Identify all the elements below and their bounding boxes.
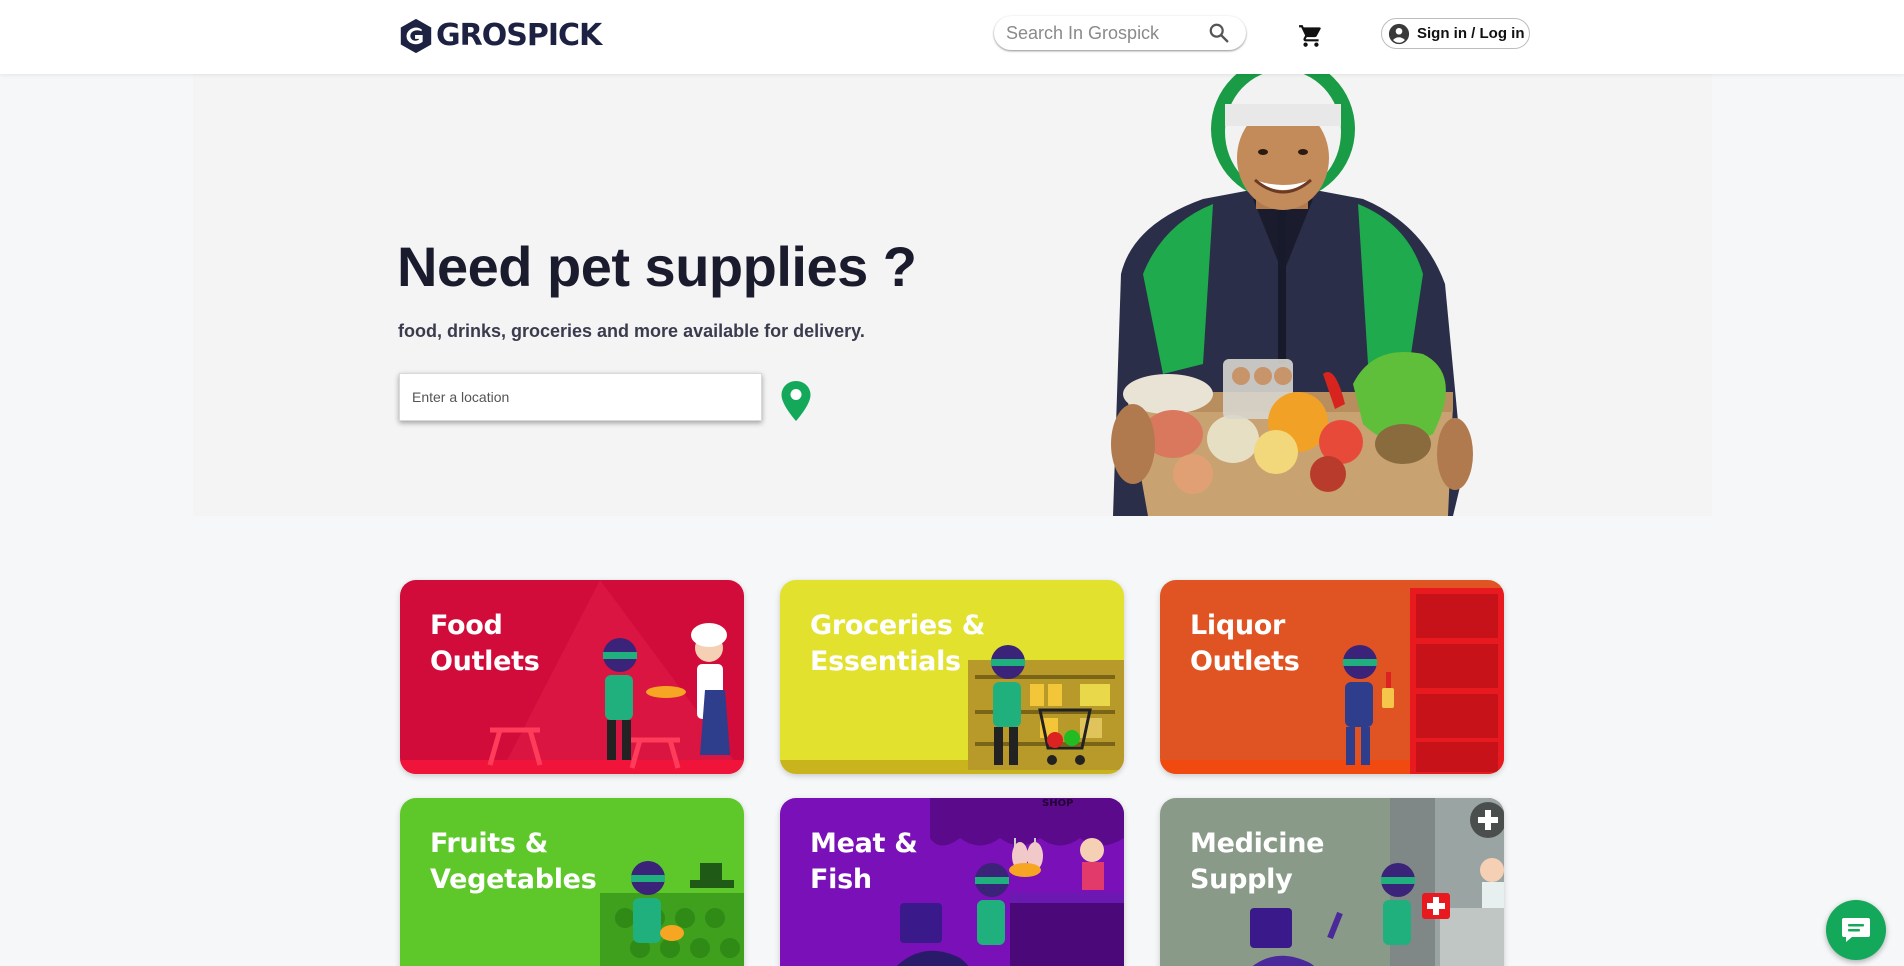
category-card-fruits-vegetables[interactable]: Fruits & Vegetables — [400, 798, 744, 966]
search-box[interactable] — [994, 16, 1246, 50]
location-input[interactable] — [412, 389, 742, 405]
chat-button[interactable] — [1826, 900, 1886, 960]
category-label: Liquor Outlets — [1190, 610, 1300, 677]
logo-g-icon — [400, 18, 432, 54]
category-label: Groceries & Essentials — [810, 610, 985, 677]
svg-text:SHOP: SHOP — [1042, 798, 1073, 809]
location-pin-icon[interactable] — [780, 380, 812, 422]
user-icon — [1388, 23, 1410, 44]
chat-icon — [1842, 918, 1870, 942]
sign-in-button[interactable]: Sign in / Log in — [1381, 18, 1530, 49]
search-icon[interactable] — [1208, 22, 1230, 44]
category-card-meat-fish[interactable]: SHOP Meat & Fish — [780, 798, 1124, 966]
location-box[interactable] — [399, 373, 762, 421]
hero-subtitle: food, drinks, groceries and more availab… — [398, 321, 865, 341]
header: GROSPICK Sign in / Log in — [0, 0, 1904, 74]
category-label: Food Outlets — [430, 610, 540, 677]
category-label: Fruits & Vegetables — [430, 828, 597, 895]
category-label: Meat & Fish — [810, 828, 918, 895]
sign-in-label: Sign in / Log in — [1417, 25, 1525, 42]
logo[interactable]: GROSPICK — [397, 16, 602, 56]
category-card-groceries-essentials[interactable]: Groceries & Essentials — [780, 580, 1124, 774]
delivery-courier-illustration — [1111, 74, 1473, 516]
category-label: Medicine Supply — [1190, 828, 1325, 895]
category-card-medicine-supply[interactable]: Medicine Supply — [1160, 798, 1504, 966]
logo-text: GROSPICK — [436, 18, 602, 53]
hero-title: Need pet supplies ? — [397, 235, 917, 298]
category-card-food-outlets[interactable]: Food Outlets — [400, 580, 744, 774]
cart-icon[interactable] — [1298, 23, 1324, 49]
search-input[interactable] — [1006, 22, 1206, 44]
category-card-liquor-outlets[interactable]: Liquor Outlets — [1160, 580, 1504, 774]
hero-banner: Need pet supplies ? food, drinks, grocer… — [193, 74, 1712, 516]
